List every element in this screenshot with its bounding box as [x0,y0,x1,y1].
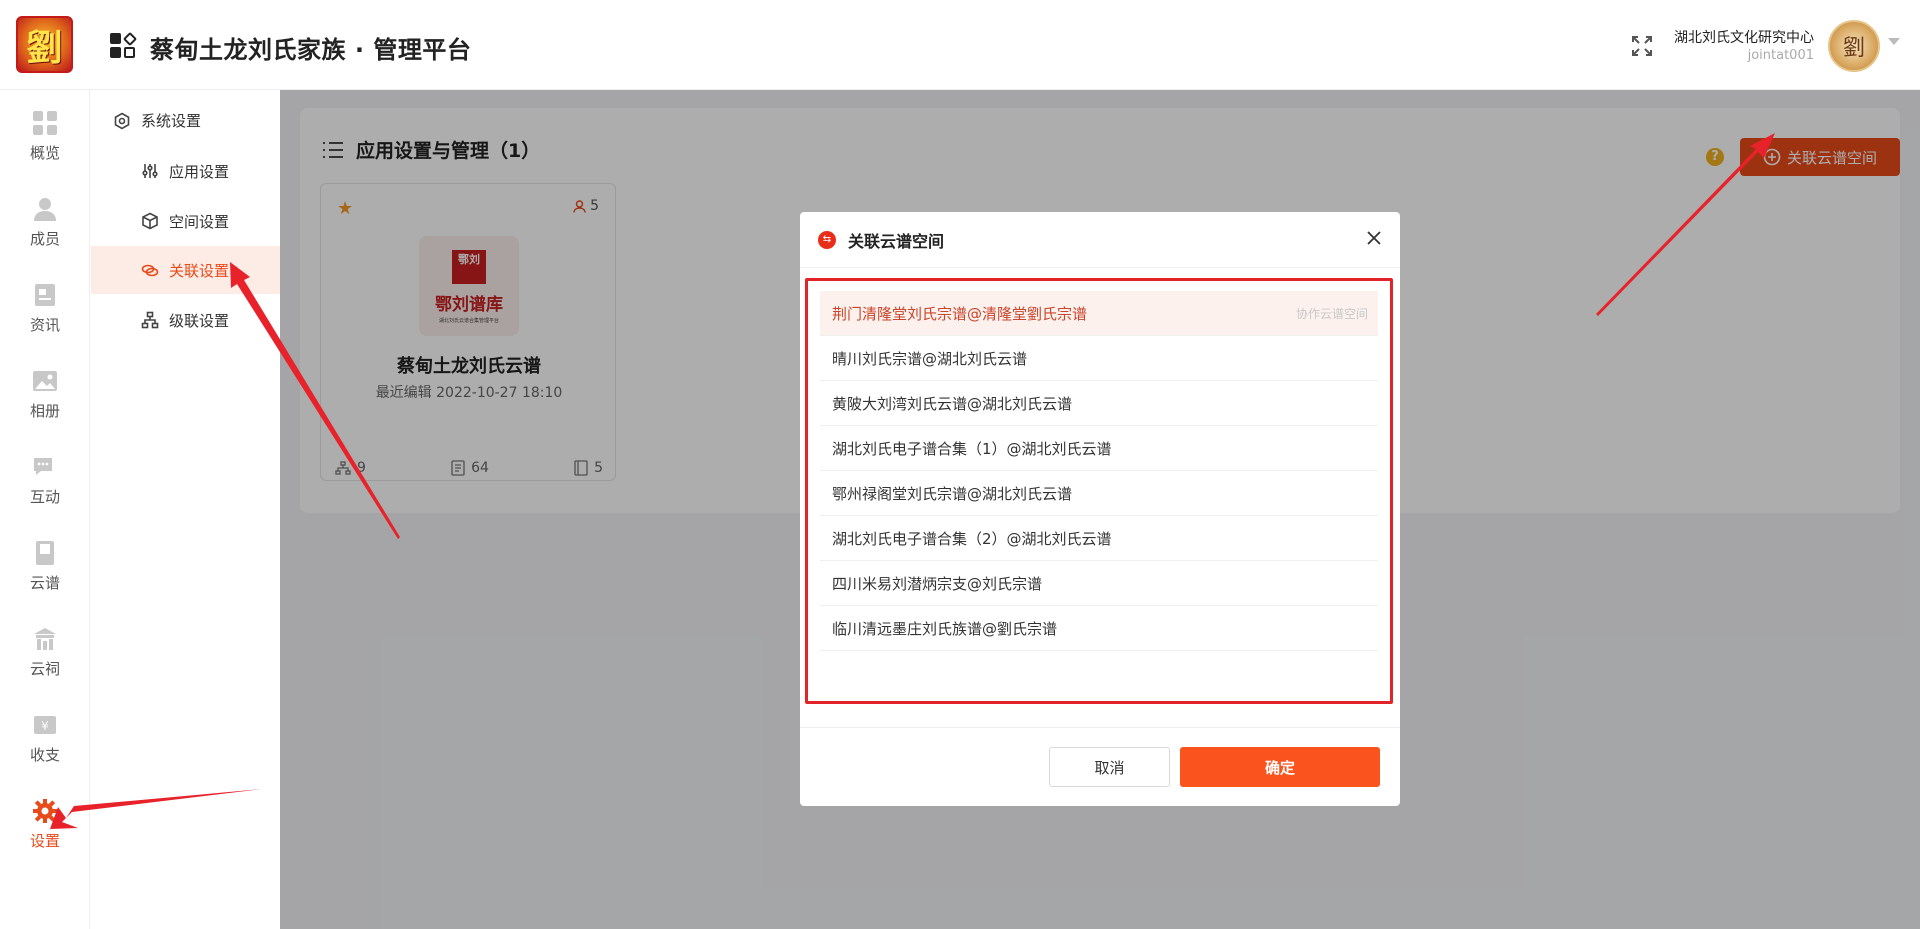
subnav-item-label: 应用设置 [169,162,230,181]
link-icon [141,264,159,277]
rail-label: 收支 [29,746,60,764]
subnav-item-app-settings[interactable]: 应用设置 [91,147,280,195]
list-item-label: 湖北刘氏电子谱合集（1）@湖北刘氏云谱 [832,439,1112,458]
chat-icon [34,458,52,475]
link-cloud-space-dialog: ⇆ 关联云谱空间 荆门清隆堂刘氏宗谱@清隆堂劉氏宗谱 协作云谱空间 晴川刘氏宗谱… [800,212,1400,806]
temple-icon [34,628,56,650]
list-item-label: 黄陂大刘湾刘氏云谱@湖北刘氏云谱 [832,394,1073,413]
cloud-space-list: 荆门清隆堂刘氏宗谱@清隆堂劉氏宗谱 协作云谱空间 晴川刘氏宗谱@湖北刘氏云谱 黄… [805,278,1393,704]
rail-item-settings[interactable]: 设置 [0,798,90,868]
confirm-button[interactable]: 确定 [1180,747,1380,787]
list-item-label: 四川米易刘潜炳宗支@刘氏宗谱 [832,574,1043,593]
rail-label: 互动 [29,488,60,506]
rail-item-cloud-genealogy[interactable]: 云谱 [0,540,90,610]
subnav-group-system: 系统设置 [113,110,201,131]
news-icon [35,284,55,306]
list-item[interactable]: 黄陂大刘湾刘氏云谱@湖北刘氏云谱 [820,381,1378,426]
subnav-item-cascade-settings[interactable]: 级联设置 [91,296,280,344]
subnav-item-link-settings[interactable]: 关联设置 [91,246,280,294]
user-id: jointat001 [1747,48,1814,63]
page-title: 蔡甸土龙刘氏家族 · 管理平台 [150,36,472,64]
subnav-group-label: 系统设置 [141,112,202,130]
money-icon: ¥ [34,716,56,734]
svg-text:¥: ¥ [41,719,49,733]
user-icon [34,198,56,221]
list-item-label: 荆门清隆堂刘氏宗谱@清隆堂劉氏宗谱 [832,304,1088,323]
rail-label: 云谱 [29,574,60,592]
list-item[interactable]: 湖北刘氏电子谱合集（1）@湖北刘氏云谱 [820,426,1378,471]
top-header: 劉 蔡甸土龙刘氏家族 · 管理平台 湖北刘氏文化研究中心 jointat001 … [0,0,1920,90]
cancel-button[interactable]: 取消 [1049,747,1170,787]
list-item-label: 晴川刘氏宗谱@湖北刘氏云谱 [832,349,1028,368]
rail-item-cloud-temple[interactable]: 云祠 [0,626,90,696]
dashboard-icon [33,111,57,135]
close-icon[interactable] [1364,228,1384,248]
list-item[interactable]: 鄂州禄阁堂刘氏宗谱@湖北刘氏云谱 [820,471,1378,516]
settings-hex-icon [114,112,130,129]
list-item[interactable]: 荆门清隆堂刘氏宗谱@清隆堂劉氏宗谱 协作云谱空间 [820,291,1378,336]
image-icon [33,371,57,391]
list-item-label: 湖北刘氏电子谱合集（2）@湖北刘氏云谱 [832,529,1112,548]
list-item[interactable]: 临川清远墨庄刘氏族谱@劉氏宗谱 [820,606,1378,651]
rail-label: 相册 [29,402,60,420]
rail-label: 设置 [29,832,60,850]
rail-item-overview[interactable]: 概览 [0,110,90,180]
dialog-title: 关联云谱空间 [848,231,945,251]
subnav-item-label: 关联设置 [169,261,230,280]
app-logo[interactable]: 劉 [16,16,73,73]
sliders-icon [142,164,158,178]
book-icon [36,541,54,565]
rail-item-news[interactable]: 资讯 [0,282,90,352]
rail-item-interaction[interactable]: 互动 [0,454,90,524]
list-item[interactable]: 晴川刘氏宗谱@湖北刘氏云谱 [820,336,1378,381]
left-rail: 概览 成员 资讯 相册 互动 云谱 云祠 ¥ 收支 设置 [0,90,90,929]
list-item-label: 临川清远墨庄刘氏族谱@劉氏宗谱 [832,619,1058,638]
rail-item-album[interactable]: 相册 [0,368,90,438]
list-item-tag: 协作云谱空间 [1295,306,1368,321]
apps-icon [110,31,138,59]
subnav-item-label: 级联设置 [169,311,230,330]
gear-icon [33,799,57,823]
chevron-down-icon[interactable] [1888,38,1900,45]
list-item[interactable]: 湖北刘氏电子谱合集（2）@湖北刘氏云谱 [820,516,1378,561]
link-badge-icon: ⇆ [818,230,836,249]
cube-icon [142,212,158,230]
list-item[interactable]: 四川米易刘潜炳宗支@刘氏宗谱 [820,561,1378,606]
settings-subnav: 系统设置 应用设置 空间设置 关联设置 级联设置 [91,90,280,929]
org-name: 湖北刘氏文化研究中心 [1674,30,1814,46]
dialog-header: ⇆ 关联云谱空间 [800,212,1400,268]
hierarchy-icon [141,311,159,329]
rail-item-members[interactable]: 成员 [0,196,90,266]
rail-label: 成员 [29,230,60,248]
rail-label: 概览 [29,144,60,162]
subnav-item-label: 空间设置 [169,212,230,231]
list-item-label: 鄂州禄阁堂刘氏宗谱@湖北刘氏云谱 [832,484,1073,503]
rail-item-finance[interactable]: ¥ 收支 [0,712,90,782]
rail-label: 云祠 [29,660,60,678]
rail-label: 资讯 [29,316,60,334]
dialog-footer: 取消 确定 [800,727,1400,806]
avatar[interactable]: 劉 [1828,20,1880,72]
fullscreen-icon[interactable] [1630,34,1654,58]
subnav-item-space-settings[interactable]: 空间设置 [91,197,280,245]
